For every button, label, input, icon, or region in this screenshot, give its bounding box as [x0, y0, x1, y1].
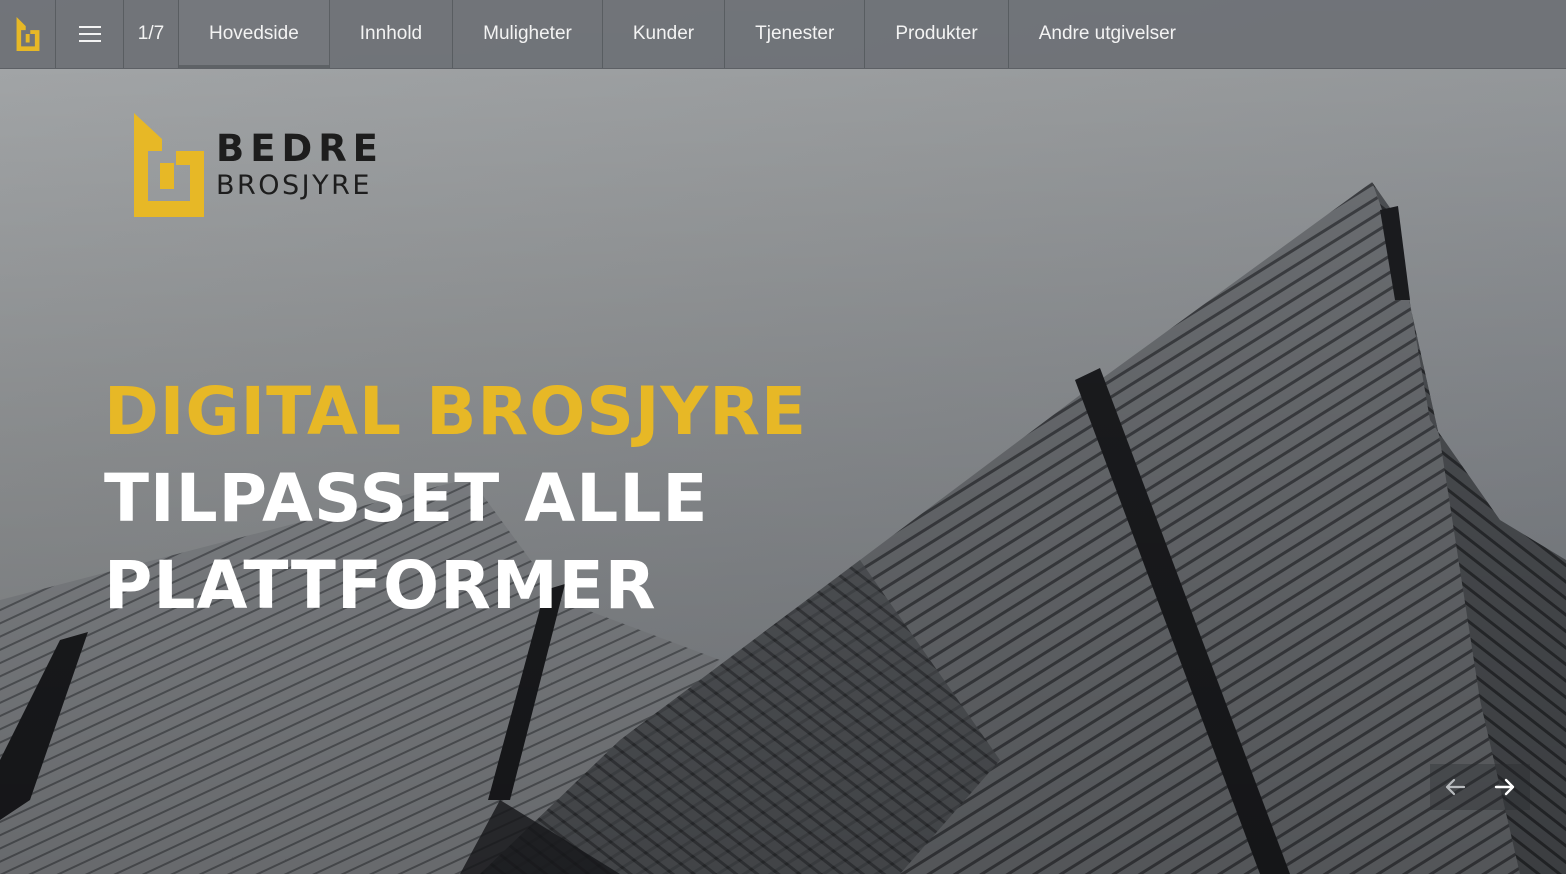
- headline-yellow: DIGITAL BROSJYRE: [104, 373, 808, 450]
- tab-hovedside[interactable]: Hovedside: [179, 0, 330, 68]
- top-navigation-bar: 1/7 Hovedside Innhold Muligheter Kunder …: [0, 0, 1566, 69]
- bedre-brosjyre-logo-icon: [16, 17, 39, 51]
- hamburger-menu-button[interactable]: [56, 0, 124, 68]
- tab-tjenester[interactable]: Tjenester: [725, 0, 866, 68]
- tab-andre-utgivelser[interactable]: Andre utgivelser: [1009, 0, 1206, 68]
- page-indicator: 1/7: [124, 0, 179, 68]
- hero-slide: 1/7 Hovedside Innhold Muligheter Kunder …: [0, 0, 1566, 874]
- next-slide-button[interactable]: [1480, 764, 1530, 810]
- brand-logo: BEDRE BROSJYRE: [134, 113, 384, 217]
- headline-white-line1: TILPASSET ALLE: [104, 460, 709, 537]
- tab-kunder[interactable]: Kunder: [603, 0, 726, 68]
- brand-name-line2: BROSJYRE: [216, 170, 372, 201]
- arrow-right-icon: [1494, 778, 1515, 796]
- tab-muligheter[interactable]: Muligheter: [453, 0, 603, 68]
- tab-produkter[interactable]: Produkter: [865, 0, 1009, 68]
- hamburger-menu-icon: [78, 26, 101, 42]
- slide-navigation: [1430, 764, 1530, 810]
- headline-white-line2: PLATTFORMER: [104, 547, 657, 624]
- tab-innhold[interactable]: Innhold: [330, 0, 454, 68]
- brand-name-line1: BEDRE: [216, 127, 384, 170]
- brand-mark-icon: [134, 113, 204, 217]
- arrow-left-icon: [1445, 778, 1466, 796]
- logo-icon[interactable]: [0, 0, 56, 68]
- previous-slide-button[interactable]: [1430, 764, 1480, 810]
- hero-headline: DIGITAL BROSJYRE TILPASSET ALLE PLATTFOR…: [104, 368, 807, 629]
